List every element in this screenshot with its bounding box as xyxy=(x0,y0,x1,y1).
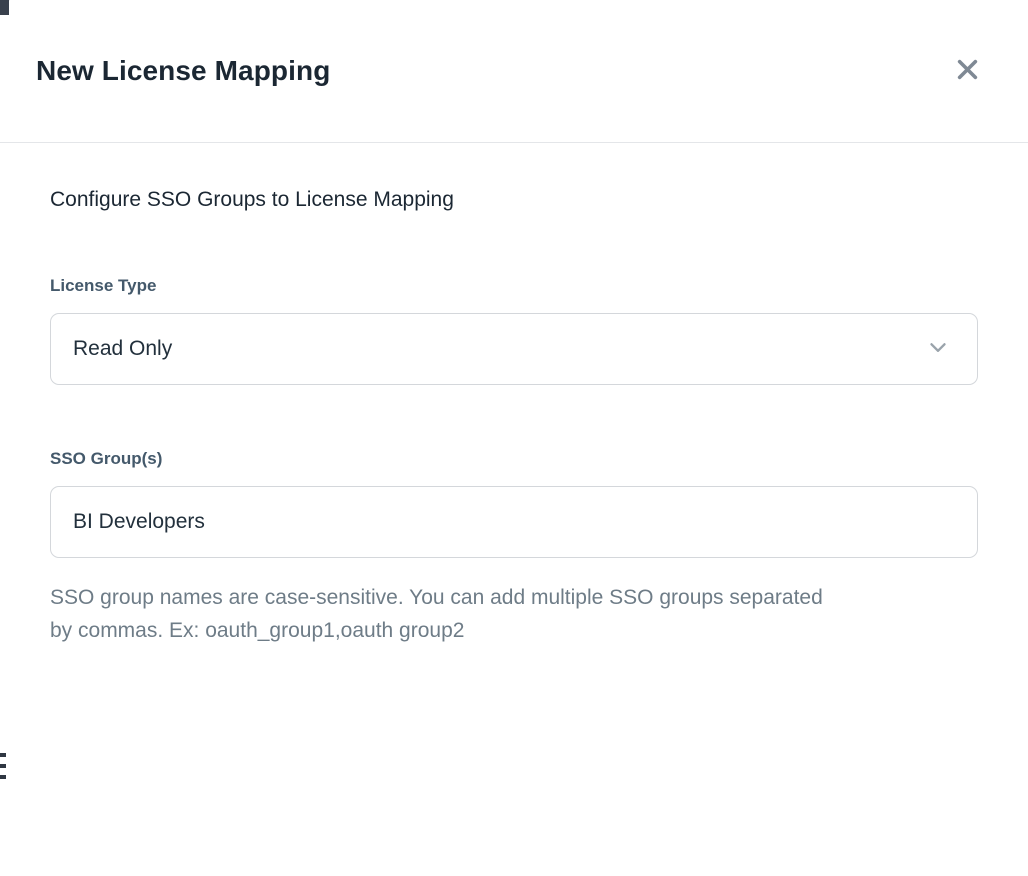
close-icon xyxy=(954,56,981,86)
new-license-mapping-dialog: New License Mapping Configure SSO Groups… xyxy=(0,0,1028,876)
background-list-icon-fragment xyxy=(0,753,6,786)
close-button[interactable] xyxy=(950,54,984,88)
chevron-down-icon xyxy=(925,334,951,365)
sso-groups-input[interactable] xyxy=(73,510,951,534)
license-type-select[interactable]: Read Only xyxy=(50,313,978,385)
dialog-subtitle: Configure SSO Groups to License Mapping xyxy=(50,188,978,212)
dialog-body: Configure SSO Groups to License Mapping … xyxy=(0,188,1028,647)
list-icon-dash xyxy=(0,775,6,779)
background-page-corner xyxy=(0,0,9,15)
sso-groups-label: SSO Group(s) xyxy=(50,449,978,469)
sso-groups-field-wrapper xyxy=(50,486,978,558)
license-type-label: License Type xyxy=(50,276,978,296)
sso-groups-help-text: SSO group names are case-sensitive. You … xyxy=(50,582,850,647)
list-icon-dash xyxy=(0,753,6,757)
list-icon-dash xyxy=(0,764,6,768)
license-type-selected-value: Read Only xyxy=(73,337,172,361)
dialog-title: New License Mapping xyxy=(36,55,330,87)
dialog-header: New License Mapping xyxy=(0,0,1028,143)
